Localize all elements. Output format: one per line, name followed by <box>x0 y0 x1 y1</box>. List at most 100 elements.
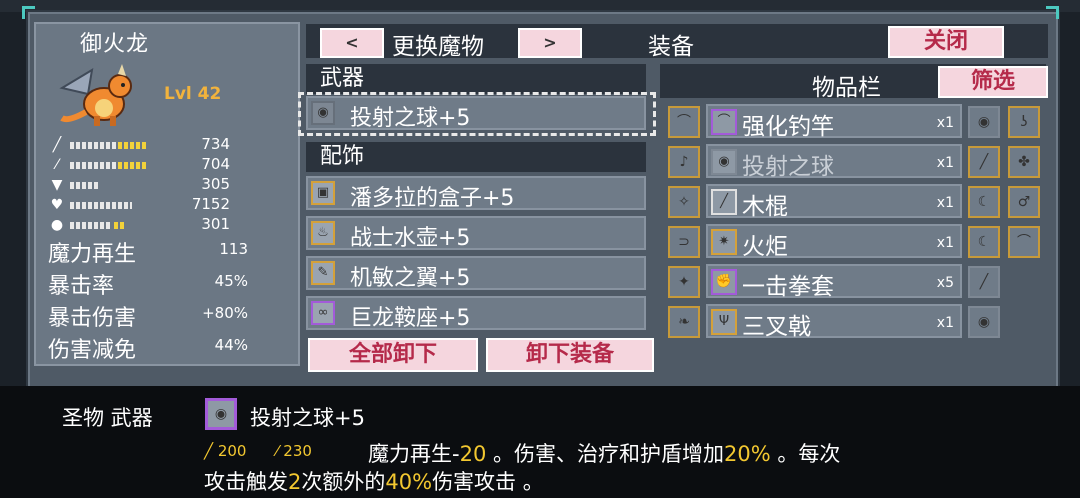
desc-text: 伤害攻击 。 <box>432 470 544 494</box>
sword-icon: ╱ <box>204 442 218 460</box>
inventory-item-name: 火炬 <box>742 234 788 260</box>
inventory-item-count: x1 <box>936 155 954 171</box>
stat-value-mana: 301 <box>201 215 230 233</box>
orb-icon[interactable]: ◉ <box>968 106 1000 138</box>
stat-row-attack: ╱ 734 <box>48 135 248 154</box>
heart-icon: ♥ <box>50 197 64 213</box>
detail-attack-stat: ╱ 200 <box>204 442 246 460</box>
change-monster-title: 更换魔物 <box>392 34 484 60</box>
curved-blade-icon[interactable]: ☾ <box>968 226 1000 258</box>
inventory-item-count: x5 <box>936 275 954 291</box>
monster-level: Lvl 42 <box>164 84 222 104</box>
unequip-button[interactable]: 卸下装备 <box>486 338 654 372</box>
accessory-slot[interactable]: ▣ 潘多拉的盒子+5 <box>306 176 646 211</box>
desc-highlight: 20% <box>724 442 771 466</box>
hook-icon[interactable]: ʖ <box>1008 106 1040 138</box>
item-description-line-1: 魔力再生-20 。伤害、治疗和护盾增加20% 。每次 <box>368 438 840 468</box>
leaf-blade-icon[interactable]: ❧ <box>668 306 700 338</box>
detail-magic-value: 230 <box>283 442 312 460</box>
desc-text: 魔力再生- <box>368 442 460 466</box>
gauntlet-icon[interactable]: ✦ <box>668 266 700 298</box>
trident-icon: Ψ <box>711 309 737 335</box>
accessory-slot[interactable]: ✎ 机敏之翼+5 <box>306 256 646 291</box>
accessory-section-header: 配饰 <box>306 142 646 172</box>
equipment-title: 装备 <box>648 34 694 60</box>
inventory-item[interactable]: ◉ 投射之球 x1 <box>706 144 962 180</box>
inventory-item-count: x1 <box>936 315 954 331</box>
inventory-item-count: x1 <box>936 235 954 251</box>
stat-crit-rate: 暴击率 45% <box>48 268 288 299</box>
inventory-item[interactable]: ⌒ 强化钓竿 x1 <box>706 104 962 140</box>
stat-bar-fill <box>118 142 148 149</box>
desc-text: 攻击触发 <box>204 470 288 494</box>
stat-row-health: ♥ 7152 <box>48 195 248 214</box>
desc-highlight: 40% <box>385 470 433 494</box>
accessory-slot-label: 机敏之翼+5 <box>350 266 471 291</box>
accessory-slot-label: 巨龙鞍座+5 <box>350 306 471 331</box>
claw-icon[interactable]: ✧ <box>668 186 700 218</box>
rod-icon[interactable]: ⌒ <box>1008 226 1040 258</box>
close-button[interactable]: 关闭 <box>888 26 1004 58</box>
inventory-item[interactable]: ╱ 木棍 x1 <box>706 184 962 220</box>
bow-icon[interactable]: ⊃ <box>668 226 700 258</box>
detail-magic-stat: ⁄ 230 <box>276 442 312 460</box>
desc-text: 。伤害、治疗和护盾增加 <box>486 442 724 466</box>
unequip-all-button[interactable]: 全部卸下 <box>308 338 478 372</box>
pandora-box-icon: ▣ <box>311 181 335 205</box>
weapon-section-header: 武器 <box>306 64 646 94</box>
wooden-stick-icon: ╱ <box>711 189 737 215</box>
mace-icon[interactable]: ♂ <box>1008 186 1040 218</box>
stat-bar-fill <box>114 222 126 229</box>
fishing-rod-icon[interactable]: ⌒ <box>668 106 700 138</box>
inventory-item-count: x1 <box>936 195 954 211</box>
projectile-orb-icon: ◉ <box>711 149 737 175</box>
stat-row-magic: ⁄ 704 <box>48 155 248 174</box>
accessory-slot[interactable]: ♨ 战士水壶+5 <box>306 216 646 251</box>
accessory-slot-label: 战士水壶+5 <box>350 226 471 251</box>
frame-corner-top-left <box>22 6 35 19</box>
inventory-item[interactable]: Ψ 三叉戟 x1 <box>706 304 962 340</box>
inventory-item-name: 强化钓竿 <box>742 114 834 140</box>
orb-icon[interactable]: ◉ <box>968 306 1000 338</box>
item-category: 圣物 武器 <box>62 406 153 430</box>
stat-mana-regen: 魔力再生 113 <box>48 236 288 267</box>
inventory-item[interactable]: ✷ 火炬 x1 <box>706 224 962 260</box>
stat-value: 45% <box>214 272 248 290</box>
stat-row-defense: ▼ 305 <box>48 175 248 194</box>
stat-damage-reduction: 伤害减免 44% <box>48 332 288 363</box>
stat-label: 暴击率 <box>48 274 115 299</box>
next-monster-button[interactable]: > <box>518 28 582 58</box>
inventory-item-name: 三叉戟 <box>742 314 811 340</box>
stat-value: 44% <box>214 336 248 354</box>
stat-bar-fill <box>118 162 148 169</box>
inventory-title: 物品栏 <box>812 75 881 101</box>
staff-icon[interactable]: ╱ <box>968 266 1000 298</box>
accessory-slot-label: 潘多拉的盒子+5 <box>350 186 515 211</box>
stat-row-mana: ● 301 <box>48 215 248 234</box>
inventory-item[interactable]: ✊ 一击拳套 x5 <box>706 264 962 300</box>
monster-name: 御火龙 <box>80 32 150 57</box>
warrior-kettle-icon: ♨ <box>311 221 335 245</box>
desc-highlight: 2 <box>288 470 302 494</box>
totem-icon[interactable]: ✤ <box>1008 146 1040 178</box>
shield-icon: ▼ <box>51 177 63 193</box>
filter-button[interactable]: 筛选 <box>938 66 1048 98</box>
mana-flask-icon: ● <box>50 217 64 233</box>
wand-icon[interactable]: ╱ <box>968 146 1000 178</box>
curved-blade-icon[interactable]: ☾ <box>968 186 1000 218</box>
dragon-saddle-icon: ∞ <box>311 301 335 325</box>
scythe-icon[interactable]: ♪ <box>668 146 700 178</box>
wand-icon: ⁄ <box>55 157 59 173</box>
stat-label: 魔力再生 <box>48 242 137 267</box>
fist-gauntlet-icon: ✊ <box>711 269 737 295</box>
stat-value-magic: 704 <box>201 155 230 173</box>
item-detail-name: 投射之球+5 <box>250 406 365 430</box>
accessory-slot[interactable]: ∞ 巨龙鞍座+5 <box>306 296 646 331</box>
sword-icon: ╱ <box>52 137 62 153</box>
stat-bar <box>70 202 132 209</box>
torch-icon: ✷ <box>711 229 737 255</box>
prev-monster-button[interactable]: < <box>320 28 384 58</box>
stat-label: 暴击伤害 <box>48 306 137 331</box>
dragon-portrait-icon <box>59 64 132 126</box>
stat-crit-damage: 暴击伤害 +80% <box>48 300 288 331</box>
